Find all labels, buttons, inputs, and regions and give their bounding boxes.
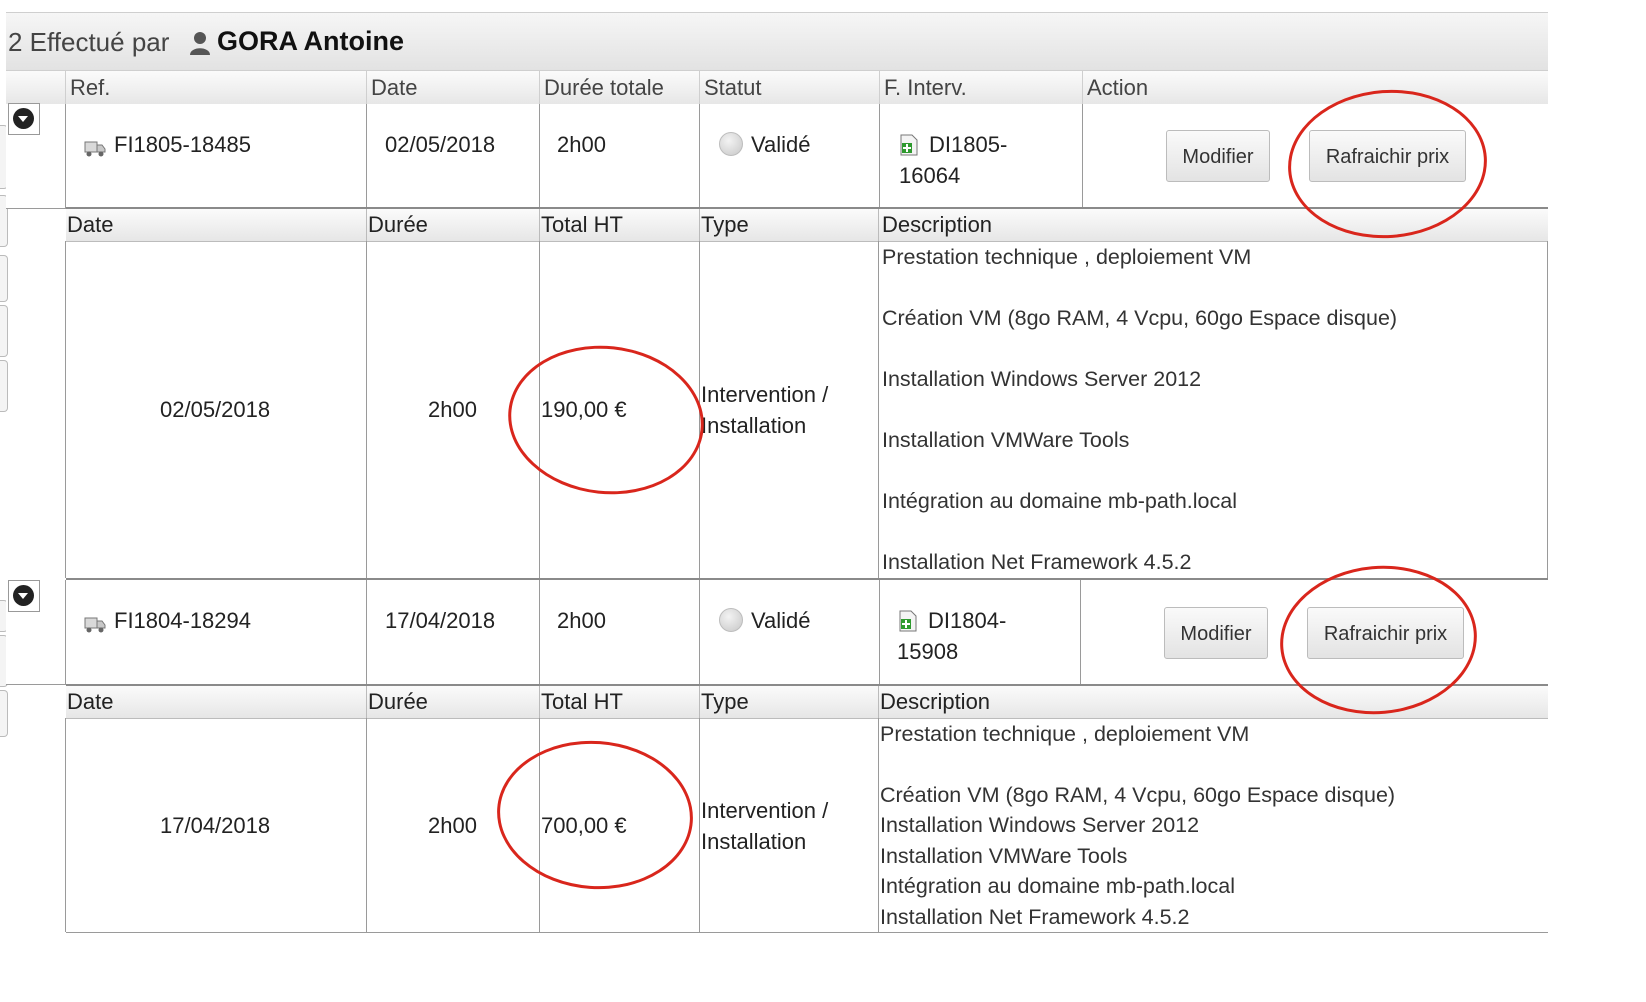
f-interv-link-cont[interactable]: 16064: [899, 163, 960, 189]
description-line: Intégration au domaine mb-path.local: [882, 489, 1237, 513]
description-line: Prestation technique , deploiement VM: [880, 722, 1250, 746]
col-ref[interactable]: Ref.: [66, 73, 110, 103]
detail-duree: 2h00: [428, 397, 477, 422]
intervention-date: 02/05/2018: [385, 132, 496, 157]
intervention-status: Validé: [751, 132, 811, 157]
collapse-toggle-icon[interactable]: [8, 580, 40, 612]
col-f-interv[interactable]: F. Interv.: [880, 73, 967, 103]
description-line: Installation VMWare Tools: [880, 844, 1128, 868]
status-dot-icon: [719, 132, 743, 156]
intervention-date: 17/04/2018: [385, 608, 496, 633]
detail-col-description: Description: [882, 212, 993, 237]
modifier-button[interactable]: Modifier: [1164, 607, 1268, 659]
detail-col-total-ht: Total HT: [541, 212, 623, 237]
intervention-status: Validé: [751, 608, 811, 633]
description-line: Prestation technique , deploiement VM: [882, 245, 1252, 269]
title-prefix: 2 Effectué par: [8, 27, 170, 57]
detail-col-date: Date: [67, 212, 114, 237]
technician-name: GORA Antoine: [217, 26, 404, 56]
detail-col-duree: Durée: [368, 689, 428, 714]
description-line: Installation VMWare Tools: [882, 428, 1130, 452]
detail-type-cont: Installation: [701, 829, 807, 854]
intervention-ref-link[interactable]: FI1805-18485: [114, 132, 251, 158]
truck-icon: [84, 617, 106, 633]
detail-col-duree: Durée: [368, 212, 428, 237]
intervention-duration: 2h00: [557, 608, 606, 633]
description-line: Installation Windows Server 2012: [882, 367, 1202, 391]
detail-row: [65, 718, 1548, 933]
detail-col-type: Type: [701, 212, 749, 237]
collapse-toggle-icon[interactable]: [8, 103, 40, 135]
col-duree-totale[interactable]: Durée totale: [540, 73, 664, 103]
detail-row: [65, 241, 1548, 580]
status-dot-icon: [719, 608, 743, 632]
description-line: Installation Net Framework 4.5.2: [880, 905, 1190, 929]
document-add-icon: [900, 134, 918, 156]
col-date[interactable]: Date: [367, 73, 417, 103]
description-line: Installation Windows Server 2012: [880, 813, 1200, 837]
detail-col-total-ht: Total HT: [541, 689, 623, 714]
description-line: Installation Net Framework 4.5.2: [882, 550, 1192, 574]
truck-icon: [84, 141, 106, 157]
intervention-ref-link[interactable]: FI1804-18294: [114, 608, 251, 634]
side-tab[interactable]: [0, 255, 8, 302]
detail-date: 17/04/2018: [160, 813, 271, 838]
col-action: Action: [1087, 75, 1149, 100]
detail-type: Intervention /: [701, 798, 829, 823]
f-interv-link[interactable]: DI1804-: [928, 608, 1006, 634]
description-line: Intégration au domaine mb-path.local: [880, 874, 1235, 898]
description-line: Création VM (8go RAM, 4 Vcpu, 60go Espac…: [882, 306, 1398, 330]
detail-col-type: Type: [701, 689, 749, 714]
detail-type: Intervention /: [701, 382, 829, 407]
f-interv-link-cont[interactable]: 15908: [897, 639, 958, 665]
detail-type-cont: Installation: [701, 413, 807, 438]
document-add-icon: [899, 610, 917, 632]
detail-col-description: Description: [880, 689, 991, 714]
side-tab[interactable]: [0, 690, 8, 737]
detail-duree: 2h00: [428, 813, 477, 838]
side-tab[interactable]: [0, 305, 8, 357]
side-tab[interactable]: [0, 360, 8, 412]
person-icon: [190, 32, 210, 55]
detail-date: 02/05/2018: [160, 397, 271, 422]
f-interv-link[interactable]: DI1805-: [929, 132, 1007, 158]
table-header: Ref. Date Durée totale Statut F. Interv.…: [6, 70, 1548, 106]
description-line: Création VM (8go RAM, 4 Vcpu, 60go Espac…: [880, 783, 1396, 807]
col-statut[interactable]: Statut: [700, 73, 761, 103]
detail-col-date: Date: [67, 689, 114, 714]
modifier-button[interactable]: Modifier: [1166, 130, 1270, 182]
intervention-duration: 2h00: [557, 132, 606, 157]
